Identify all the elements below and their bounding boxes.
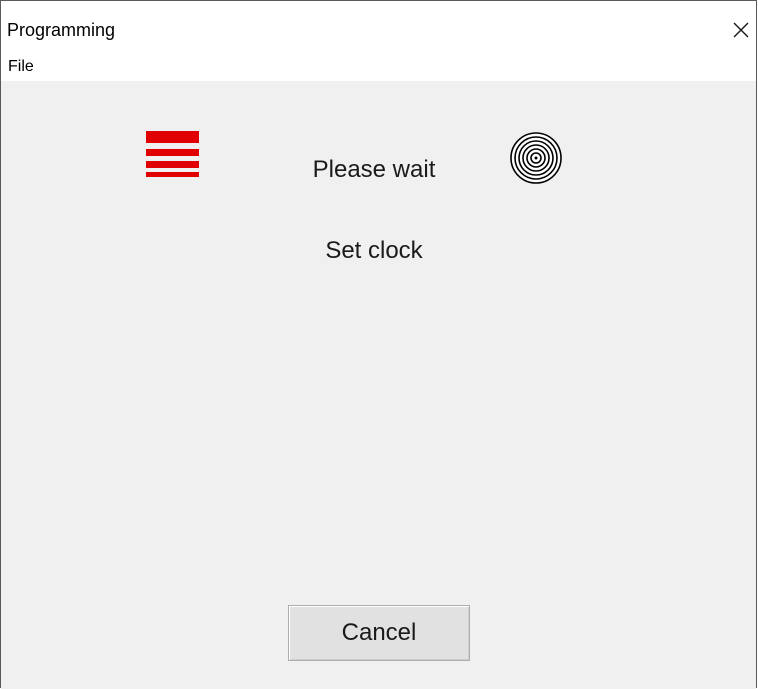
dialog-body: Please wait Set clock Cancel (1, 81, 756, 689)
red-stacked-bars-icon (146, 131, 199, 177)
programming-window: Programming File Please wait Set clock C… (0, 0, 757, 689)
cancel-button[interactable]: Cancel (288, 605, 470, 661)
status-message: Please wait (312, 156, 436, 183)
concentric-circles-icon (510, 132, 562, 184)
close-icon (733, 22, 749, 38)
window-title: Programming (7, 20, 116, 40)
menu-item-file[interactable]: File (8, 58, 34, 76)
step-message: Set clock (325, 237, 423, 264)
close-button[interactable] (726, 15, 756, 45)
title-bar[interactable]: Programming (1, 1, 756, 51)
menu-bar: File (1, 51, 756, 81)
